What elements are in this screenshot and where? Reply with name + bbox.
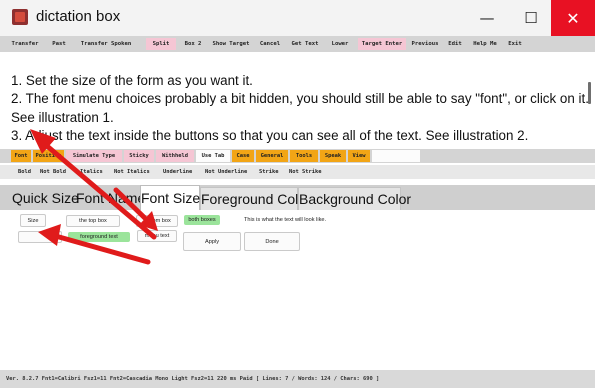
toolbar-edit-button[interactable]: Edit <box>444 38 466 50</box>
menu-tools[interactable]: Tools <box>290 150 318 162</box>
toolbar-target-enter-button[interactable]: Target Enter <box>358 38 406 50</box>
toolbar-transfer-button[interactable]: Transfer <box>4 38 46 50</box>
toolbar-past-button[interactable]: Past <box>48 38 70 50</box>
instruction-line-3: 3. Adjust the text inside the buttons so… <box>11 128 529 144</box>
tab-font-size[interactable]: Font Size <box>140 185 200 210</box>
toolbar-split-button[interactable]: Split <box>146 38 176 50</box>
tab-foreground-color[interactable]: Foreground Color <box>200 187 311 210</box>
status-bar: Ver. 8.2.7 Fnt1=Calibri Fsz1=11 Fnt2=Cas… <box>0 370 595 388</box>
toolbar-show-target-button[interactable]: Show Target <box>209 38 253 50</box>
both-boxes-button[interactable]: both boxes <box>184 215 220 225</box>
toolbar-help-me-button[interactable]: Help Me <box>470 38 500 50</box>
maximize-button[interactable]: ☐ <box>507 0 555 36</box>
bottom-box-button[interactable]: bottom box <box>136 215 178 227</box>
done-button[interactable]: Done <box>244 232 300 251</box>
menu-sticky[interactable]: Sticky <box>124 150 154 162</box>
apply-button[interactable]: Apply <box>183 232 241 251</box>
tab-quick-size[interactable]: Quick Size <box>12 187 79 210</box>
style-strike[interactable]: Strike <box>259 166 278 178</box>
tab-font-name[interactable]: Font Name <box>76 187 145 210</box>
close-button[interactable]: ✕ <box>551 0 595 36</box>
menu-case[interactable]: Case <box>232 150 254 162</box>
text-scrollbar-thumb[interactable] <box>588 82 591 104</box>
menu-general[interactable]: General <box>256 150 288 162</box>
toolbar-previous-button[interactable]: Previous <box>409 38 441 50</box>
foreground-text-button[interactable]: foreground text <box>68 232 130 242</box>
menu-withheld[interactable]: Withheld <box>156 150 194 162</box>
style-not-bold[interactable]: Not Bold <box>40 166 66 178</box>
toolbar-get-text-button[interactable]: Get Text <box>288 38 322 50</box>
toolbar-transfer-spoken-button[interactable]: Transfer Spoken <box>75 38 137 50</box>
font-style-bar: Bold Not Bold Italics Not Italics Underl… <box>0 165 595 179</box>
settings-tab-bar: Quick Size Font Name Font Size Foregroun… <box>0 185 595 210</box>
menu-speak[interactable]: Speak <box>320 150 346 162</box>
style-underline[interactable]: Underline <box>163 166 192 178</box>
style-not-underline[interactable]: Not Underline <box>205 166 247 178</box>
toolbar-exit-button[interactable]: Exit <box>504 38 526 50</box>
instruction-line-1: 1. Set the size of the form as you want … <box>11 73 253 88</box>
menu-position[interactable]: Position <box>33 150 64 162</box>
style-not-strike[interactable]: Not Strike <box>289 166 321 178</box>
top-box-button[interactable]: the top box <box>66 215 120 227</box>
tab-background-color[interactable]: Background Color <box>298 187 411 210</box>
menu-simulate-type[interactable]: Simulate Type <box>66 150 122 162</box>
instruction-line-2: 2. The font menu choices probably a bit … <box>11 91 589 125</box>
size-input[interactable] <box>18 231 62 243</box>
size-label-button[interactable]: Size <box>20 214 46 227</box>
menu-blank-slot <box>372 150 420 162</box>
window-title: dictation box <box>36 8 121 25</box>
minimize-button[interactable]: — <box>463 0 511 36</box>
title-bar: dictation box — ☐ ✕ <box>0 0 595 36</box>
style-bold[interactable]: Bold <box>18 166 31 178</box>
app-icon <box>12 9 28 25</box>
font-size-panel: Size the top box bottom box both boxes T… <box>0 210 595 370</box>
toolbar-lower-button[interactable]: Lower <box>326 38 354 50</box>
style-not-italics[interactable]: Not Italics <box>114 166 150 178</box>
command-toolbar: Transfer Past Transfer Spoken Split Box … <box>0 36 595 52</box>
menu-use-tab[interactable]: Use Tab <box>196 150 230 162</box>
toolbar-box2-button[interactable]: Box 2 <box>180 38 206 50</box>
instructions-text[interactable]: 1. Set the size of the form as you want … <box>11 72 589 146</box>
menu-view[interactable]: View <box>348 150 370 162</box>
main-menu-bar: Font Position Simulate Type Sticky Withh… <box>0 149 595 163</box>
toolbar-cancel-button[interactable]: Cancel <box>256 38 284 50</box>
menu-font[interactable]: Font <box>11 150 31 162</box>
menu-text-button[interactable]: menu text <box>137 230 177 242</box>
style-italics[interactable]: Italics <box>80 166 103 178</box>
font-preview-text: This is what the text will look like. <box>244 217 327 223</box>
